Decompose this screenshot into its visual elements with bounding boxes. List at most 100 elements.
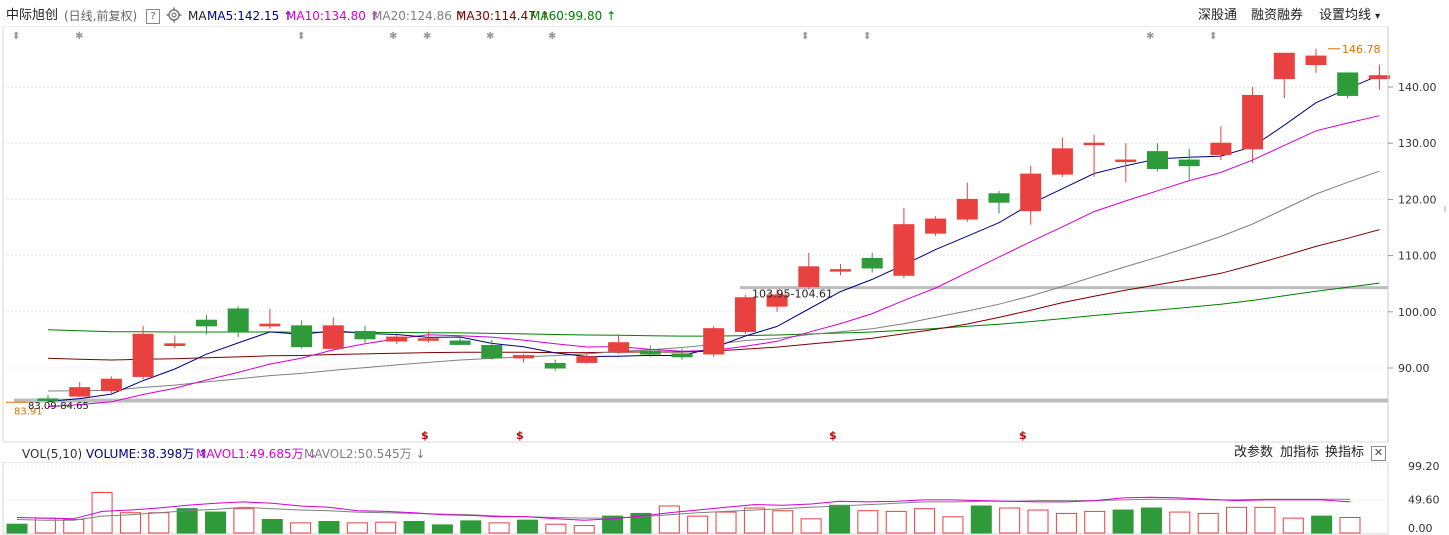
gap-range-label: 103.95-104.61: [752, 288, 833, 301]
candle: [925, 216, 947, 236]
volume-bar: [828, 504, 850, 534]
candle-body: [196, 319, 217, 327]
candle: [354, 325, 376, 343]
event-marker-icon: ✱: [486, 31, 494, 42]
candle-body: [1020, 173, 1042, 212]
candle-body: [481, 345, 503, 359]
volume-bar: [999, 507, 1021, 534]
candle-body: [830, 269, 851, 272]
price-chart[interactable]: 140.00 130.00 120.00 110.00 100.00 90.00 146.…: [0, 26, 1449, 444]
candle-body: [861, 257, 883, 269]
candle-body: [1337, 72, 1359, 96]
candle-body: [417, 338, 439, 341]
volume-bar: [687, 515, 709, 534]
volume-header: VOL(5,10) VOLUME:38.398万 ↑ MAVOL1:49.685…: [0, 444, 1449, 462]
candle-body: [608, 342, 630, 352]
volume-bar: [290, 522, 312, 534]
candle-body: [513, 355, 534, 359]
candle: [988, 190, 1010, 214]
volume-bar: [715, 511, 737, 534]
margin-trading-link[interactable]: 融资融券: [1251, 9, 1303, 23]
candle-body: [291, 325, 313, 348]
candle: [1115, 143, 1137, 183]
candle: [1020, 165, 1042, 225]
candle: [386, 334, 408, 344]
candle-body: [1368, 75, 1390, 80]
volume-bar: [119, 512, 141, 534]
candle-body: [1242, 94, 1264, 150]
volume-bar: [6, 523, 28, 534]
volume-bars: [6, 491, 1361, 534]
volume-bar: [1169, 511, 1191, 534]
candle-body: [544, 363, 566, 369]
candle: [956, 182, 978, 222]
volume-bar: [914, 508, 936, 534]
help-button[interactable]: ?: [146, 8, 160, 24]
switch-indicator-button[interactable]: 换指标: [1325, 446, 1364, 460]
volume-bar: [1311, 515, 1333, 534]
volume-tick-label: 49.60: [1408, 494, 1440, 507]
volume-bar: [1254, 506, 1276, 534]
stock-name[interactable]: 中际旭创: [6, 9, 58, 23]
candle-body: [1273, 52, 1295, 80]
candle: [513, 353, 534, 363]
candle-body: [576, 356, 598, 363]
event-marker-icon: ⬍: [1209, 31, 1217, 42]
volume-bar: [1226, 506, 1248, 534]
ma60-arrow-icon: ↑: [606, 9, 617, 23]
edit-params-button[interactable]: 改参数: [1234, 446, 1273, 460]
vol-mavol1: MAVOL1:49.685万 ↓: [196, 447, 318, 461]
gap-lines: [14, 286, 1388, 403]
candle-body: [354, 330, 376, 340]
volume-bar: [573, 525, 595, 534]
candle-body: [925, 218, 947, 234]
candles: [37, 48, 1390, 403]
close-button[interactable]: ✕: [1371, 445, 1386, 461]
gap-line-lower: [14, 398, 1388, 403]
candle: [196, 314, 217, 335]
candle-body: [449, 340, 471, 345]
candle-body: [893, 224, 915, 276]
candle: [1178, 148, 1200, 180]
candle: [100, 376, 122, 394]
candle-body: [1051, 148, 1073, 175]
candle-body: [259, 323, 281, 327]
volume-bar: [205, 511, 227, 534]
ma10-line: [47, 115, 1380, 408]
volume-chart[interactable]: 99.20 49.60 0.00: [0, 462, 1449, 535]
ma10-value: MA10:134.80 ↑: [286, 9, 380, 23]
volume-bar: [857, 510, 879, 534]
volume-bar: [176, 508, 198, 534]
chevron-down-icon: ▾: [1375, 11, 1381, 22]
price-annotations: 146.7883.9183.09-84.65103.95-104.61$ $ $ $⬍…: [6, 31, 1381, 442]
volume-bar: [431, 524, 453, 534]
volume-bar: [885, 510, 907, 534]
volume-bar: [545, 523, 567, 534]
gear-icon[interactable]: [166, 7, 182, 26]
low-range-label: 83.09-84.65: [28, 401, 89, 412]
candle: [1147, 143, 1168, 172]
ma20-value: MA20:124.86 ↑: [372, 9, 466, 23]
hk-connect-link[interactable]: 深股通: [1198, 9, 1237, 23]
chart-mode: (日线,前复权): [64, 9, 138, 23]
volume-bar: [772, 510, 794, 534]
ma-settings-link[interactable]: 设置均线 ▾: [1319, 9, 1380, 24]
volume-bar: [488, 522, 510, 534]
add-indicator-button[interactable]: 加指标: [1280, 446, 1319, 460]
price-grid: [2, 26, 1389, 443]
volume-bar: [233, 508, 255, 534]
plot-frame: [2, 26, 1389, 443]
ma5-value: MA5:142.15 ↑: [207, 9, 294, 23]
candle: [671, 348, 693, 360]
volume-bar: [1112, 509, 1134, 534]
candle: [1083, 134, 1105, 177]
vol-volume: VOLUME:38.398万 ↑: [86, 447, 209, 461]
candle-body: [988, 193, 1010, 203]
candle: [734, 294, 756, 335]
volume-bar: [743, 507, 765, 534]
price-tick-label: 120.00: [1398, 193, 1437, 206]
volume-bar: [1197, 512, 1219, 534]
volume-bar: [403, 521, 425, 534]
candle: [1368, 64, 1390, 90]
candle: [1242, 87, 1264, 163]
